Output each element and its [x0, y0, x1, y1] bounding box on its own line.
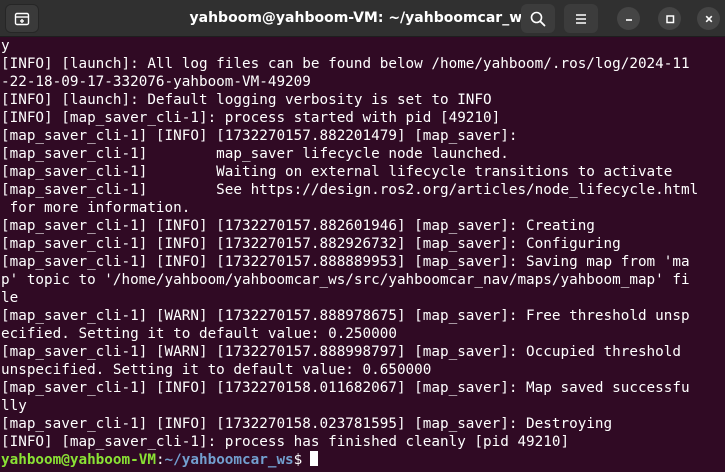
close-icon — [705, 15, 712, 22]
close-button[interactable] — [697, 7, 720, 30]
output-line: [INFO] [map_saver_cli-1]: process has fi… — [1, 434, 570, 450]
output-line: [INFO] [launch]: All log files can be fo… — [1, 56, 690, 72]
prompt-user-host: yahboom@yahboom-VM — [1, 452, 156, 468]
hamburger-menu-icon — [576, 13, 586, 24]
output-line: -22-18-09-17-332076-yahboom-VM-49209 — [1, 74, 311, 90]
output-line: [map_saver_cli-1] Waiting on external li… — [1, 164, 673, 180]
terminal-output[interactable]: y [INFO] [launch]: All log files can be … — [0, 37, 725, 472]
new-tab-icon — [14, 12, 30, 25]
output-line: [INFO] [launch]: Default logging verbosi… — [1, 92, 492, 108]
output-line: ecified. Setting it to default value: 0.… — [1, 326, 397, 342]
window-title: yahboom@yahboom-VM: ~/yahboomcar_ws — [189, 10, 531, 26]
output-line: p' topic to '/home/yahboom/yahboomcar_ws… — [1, 272, 690, 288]
title-bar: yahboom@yahboom-VM: ~/yahboomcar_ws — [0, 0, 725, 37]
output-line: le — [1, 290, 19, 306]
output-line: [map_saver_cli-1] [WARN] [1732270157.888… — [1, 308, 690, 324]
search-icon — [530, 11, 546, 26]
output-line: y — [1, 38, 10, 54]
output-line: [map_saver_cli-1] [INFO] [1732270157.882… — [1, 128, 518, 144]
output-line: [INFO] [map_saver_cli-1]: process starte… — [1, 110, 501, 126]
prompt-colon: : — [155, 452, 165, 468]
prompt-symbol: $ — [293, 452, 303, 468]
output-line: unspecified. Setting it to default value… — [1, 362, 432, 378]
text-cursor — [310, 451, 319, 466]
output-line: [map_saver_cli-1] [INFO] [1732270158.023… — [1, 416, 613, 432]
output-line: lly — [1, 398, 27, 414]
terminal-window: yahboom@yahboom-VM: ~/yahboomcar_ws y [I… — [0, 0, 725, 472]
output-line: for more information. — [1, 200, 191, 216]
maximize-icon — [665, 14, 674, 23]
search-button[interactable] — [521, 4, 555, 33]
output-line: [map_saver_cli-1] [INFO] [1732270157.888… — [1, 254, 690, 270]
prompt-path: ~/yahboomcar_ws — [164, 452, 294, 468]
maximize-button[interactable] — [658, 7, 681, 30]
command-prompt[interactable]: yahboom@yahboom-VM:~/yahboomcar_ws$ — [1, 451, 319, 469]
output-line: [map_saver_cli-1] [INFO] [1732270157.882… — [1, 236, 621, 252]
new-tab-button[interactable] — [5, 4, 39, 33]
output-line: [map_saver_cli-1] [INFO] [1732270157.882… — [1, 218, 595, 234]
output-line: [map_saver_cli-1] [INFO] [1732270158.011… — [1, 380, 690, 396]
menu-button[interactable] — [564, 4, 598, 33]
minimize-button[interactable] — [617, 7, 640, 30]
output-line: [map_saver_cli-1] See https://design.ros… — [1, 182, 699, 198]
output-line: [map_saver_cli-1] [WARN] [1732270157.888… — [1, 344, 681, 360]
output-line: [map_saver_cli-1] map_saver lifecycle no… — [1, 146, 509, 162]
minimize-icon — [625, 18, 632, 21]
